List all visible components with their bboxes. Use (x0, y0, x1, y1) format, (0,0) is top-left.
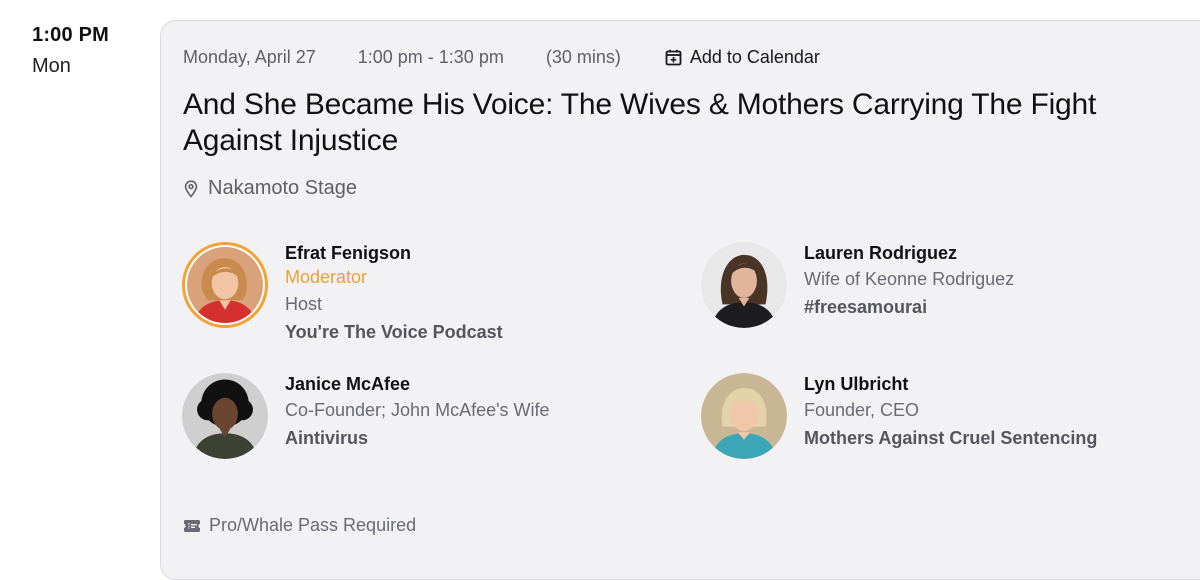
schedule-time-column: 1:00 PM Mon (32, 24, 109, 78)
session-duration: (30 mins) (545, 47, 621, 67)
person-avatar-icon (701, 242, 787, 328)
speaker-title: Host (285, 294, 323, 314)
speaker-card[interactable]: Lauren Rodriguez Wife of Keonne Rodrigue… (701, 242, 1014, 328)
session-meta: Monday, April 27 1:00 pm - 1:30 pm (30 m… (183, 47, 820, 68)
speaker-card[interactable]: Lyn Ulbricht Founder, CEO Mothers Agains… (701, 373, 1097, 459)
speaker-title: Co-Founder; John McAfee's Wife (285, 400, 550, 420)
map-pin-icon (184, 179, 198, 198)
session-card[interactable]: Monday, April 27 1:00 pm - 1:30 pm (30 m… (160, 20, 1200, 580)
speaker-organization: #freesamourai (804, 297, 928, 317)
speaker-name: Janice McAfee (285, 374, 411, 394)
speaker-role-badge: Moderator (285, 267, 368, 287)
speaker-name: Efrat Fenigson (285, 243, 412, 263)
speaker-name: Lauren Rodriguez (804, 243, 958, 263)
speaker-organization: You're The Voice Podcast (285, 322, 503, 342)
speaker-organization: Mothers Against Cruel Sentencing (804, 428, 1098, 448)
ticket-icon (184, 519, 200, 532)
calendar-plus-icon (665, 49, 682, 66)
speaker-avatar[interactable] (182, 242, 268, 328)
speaker-avatar[interactable] (701, 373, 787, 459)
session-time-range: 1:00 pm - 1:30 pm (357, 47, 504, 67)
person-avatar-icon (701, 373, 787, 459)
speaker-avatar[interactable] (182, 373, 268, 459)
speaker-avatar[interactable] (701, 242, 787, 328)
speaker-title: Wife of Keonne Rodriguez (804, 269, 1015, 289)
speaker-card[interactable]: Efrat Fenigson Moderator Host You're The… (182, 242, 503, 344)
location-label: Nakamoto Stage (208, 177, 357, 199)
add-to-calendar-label: Add to Calendar (689, 47, 820, 67)
person-avatar-icon (182, 373, 268, 459)
pass-label: Pro/Whale Pass Required (209, 515, 417, 535)
session-title: And She Became His Voice: The Wives & Mo… (183, 88, 1097, 157)
session-day: Mon (32, 55, 71, 77)
speaker-card[interactable]: Janice McAfee Co-Founder; John McAfee's … (182, 373, 550, 459)
session-location: Nakamoto Stage (183, 177, 357, 200)
person-avatar-icon (187, 247, 263, 323)
speaker-title: Founder, CEO (804, 400, 920, 420)
session-date: Monday, April 27 (183, 47, 316, 67)
session-start-time: 1:00 PM (32, 24, 109, 46)
speaker-name: Lyn Ulbricht (804, 374, 909, 394)
add-to-calendar-button[interactable]: Add to Calendar (665, 47, 820, 68)
pass-requirement: Pro/Whale Pass Required (183, 515, 416, 536)
speaker-organization: Aintivirus (285, 428, 369, 448)
